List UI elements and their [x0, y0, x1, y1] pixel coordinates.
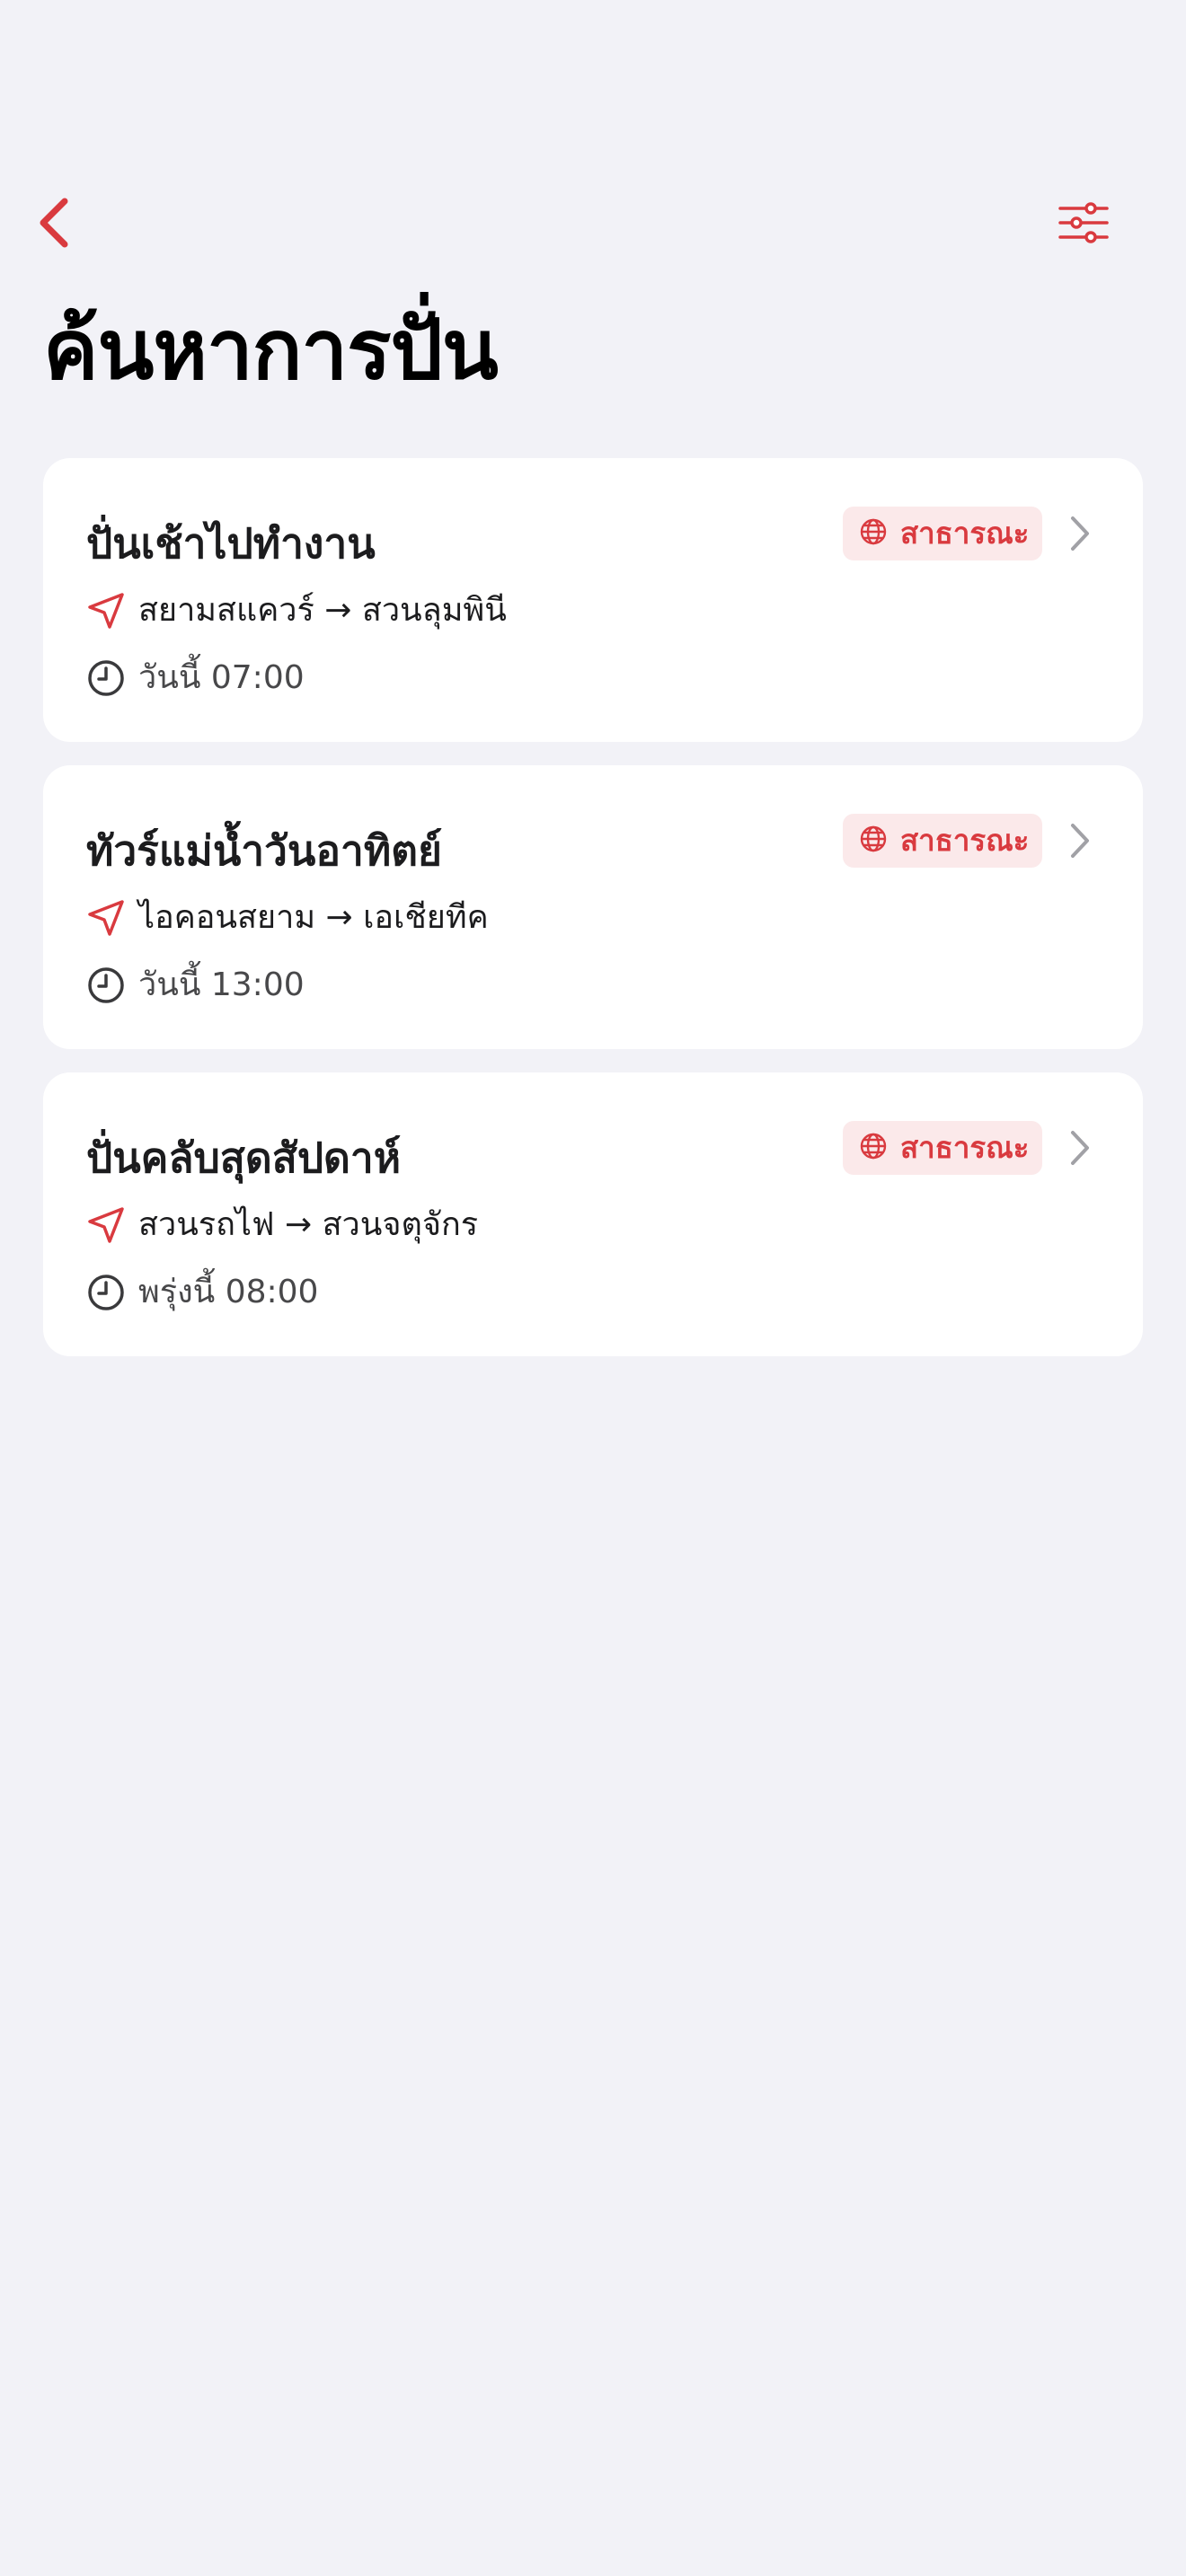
- time-row: วันนี้ 07:00: [84, 653, 305, 703]
- navigation-arrow-icon: [84, 1204, 128, 1247]
- visibility-badge: สาธารณะ: [843, 1121, 1042, 1175]
- route-row: สยามสแควร์ → สวนลุมพินี: [84, 586, 507, 636]
- visibility-label: สาธารณะ: [900, 823, 1030, 858]
- route-row: สวนรถไฟ → สวนจตุจักร: [84, 1200, 478, 1250]
- ride-title: ปั่นเช้าไปทำงาน: [86, 519, 376, 568]
- ride-title: ทัวร์แม่น้ำวันอาทิตย์: [86, 826, 442, 875]
- time-text: พรุ่งนี้ 08:00: [138, 1274, 319, 1310]
- chevron-right-icon: [1062, 821, 1098, 860]
- visibility-badge: สาธารณะ: [843, 507, 1042, 560]
- visibility-label: สาธารณะ: [900, 1130, 1030, 1165]
- time-row: วันนี้ 13:00: [84, 960, 305, 1010]
- filter-button[interactable]: [1051, 196, 1116, 253]
- clock-icon: [84, 1271, 128, 1314]
- page-title: ค้นหาการปั่น: [43, 302, 499, 398]
- route-text: สวนรถไฟ → สวนจตุจักร: [138, 1206, 479, 1243]
- globe-icon: [859, 1132, 888, 1164]
- visibility-label: สาธารณะ: [900, 516, 1030, 551]
- navigation-arrow-icon: [84, 896, 128, 940]
- route-row: ไอคอนสยาม → เอเชียทีค: [84, 893, 489, 943]
- navigation-arrow-icon: [84, 589, 128, 632]
- route-text: สยามสแควร์ → สวนลุมพินี: [138, 592, 507, 629]
- back-button[interactable]: [27, 196, 81, 253]
- chevron-left-icon: [36, 196, 72, 253]
- chevron-right-icon: [1062, 1128, 1098, 1168]
- ride-card[interactable]: ทัวร์แม่น้ำวันอาทิตย์ สาธารณะ ไอคอนสยาม …: [43, 765, 1143, 1049]
- globe-icon: [859, 825, 888, 857]
- search-rides-screen: ค้นหาการปั่น ปั่นเช้าไปทำงาน สาธารณะ สยา…: [0, 0, 1186, 2576]
- time-row: พรุ่งนี้ 08:00: [84, 1267, 318, 1318]
- ride-title: ปั่นคลับสุดสัปดาห์: [86, 1134, 402, 1182]
- sliders-icon: [1057, 199, 1111, 250]
- chevron-right-icon: [1062, 514, 1098, 553]
- navigation-bar: [0, 180, 1186, 269]
- route-text: ไอคอนสยาม → เอเชียทีค: [138, 899, 489, 936]
- ride-list: ปั่นเช้าไปทำงาน สาธารณะ สยามสแควร์ → สวน…: [43, 458, 1143, 1380]
- time-text: วันนี้ 07:00: [138, 659, 305, 696]
- clock-icon: [84, 657, 128, 700]
- ride-card[interactable]: ปั่นคลับสุดสัปดาห์ สาธารณะ สวนรถไฟ → สวน…: [43, 1072, 1143, 1356]
- clock-icon: [84, 964, 128, 1007]
- visibility-badge: สาธารณะ: [843, 814, 1042, 868]
- time-text: วันนี้ 13:00: [138, 966, 305, 1003]
- globe-icon: [859, 517, 888, 550]
- ride-card[interactable]: ปั่นเช้าไปทำงาน สาธารณะ สยามสแควร์ → สวน…: [43, 458, 1143, 742]
